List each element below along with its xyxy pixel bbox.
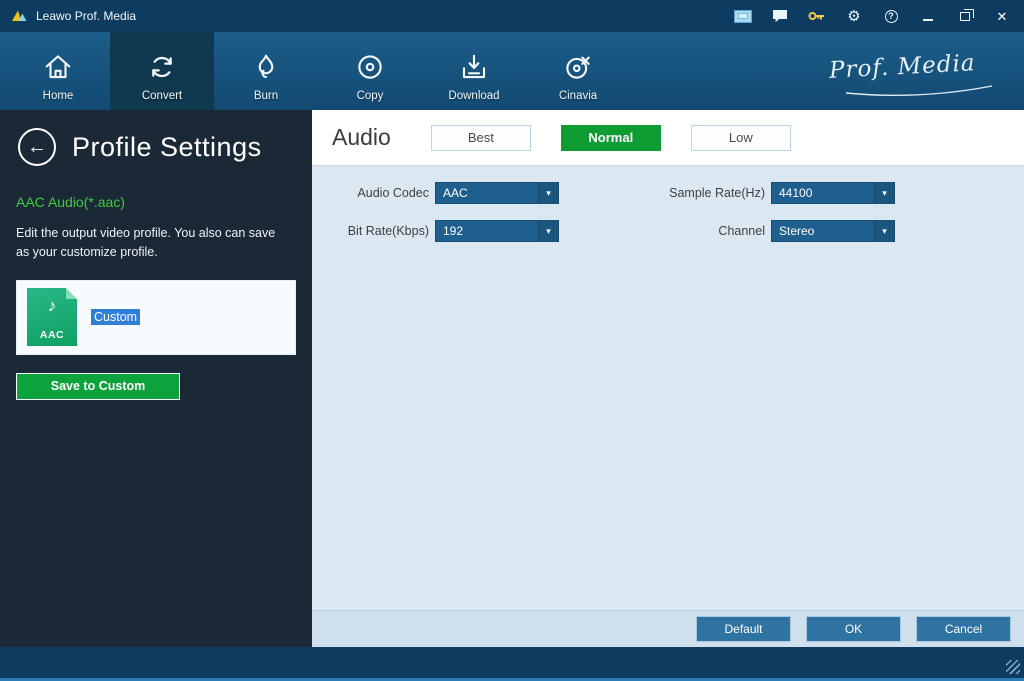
titlebar-actions: ⚙ ? ✕	[733, 7, 1012, 25]
chevron-down-icon: ▾	[538, 183, 558, 203]
app-window: Leawo Prof. Media ⚙ ? ✕	[0, 0, 1024, 681]
save-to-custom-button[interactable]: Save to Custom	[16, 373, 180, 400]
bit-rate-label: Bit Rate(Kbps)	[345, 224, 429, 238]
disc-icon	[355, 47, 385, 87]
bit-rate-value: 192	[443, 224, 463, 238]
channel-select[interactable]: Stereo ▾	[771, 220, 895, 242]
panel-header: Audio Best Normal Low	[312, 110, 1024, 166]
chevron-down-icon: ▾	[874, 221, 894, 241]
music-note-icon: ♪	[27, 296, 77, 316]
ok-button[interactable]: OK	[806, 616, 901, 642]
close-icon: ✕	[997, 10, 1008, 23]
tab-download[interactable]: Download	[422, 32, 526, 110]
profile-description: Edit the output video profile. You also …	[16, 224, 284, 262]
flame-icon	[251, 47, 281, 87]
profile-name: AAC Audio(*.aac)	[16, 194, 312, 210]
selected-text: Custom	[91, 309, 140, 325]
audio-codec-value: AAC	[443, 186, 468, 200]
back-arrow-icon: ←	[27, 136, 47, 159]
aac-icon-label: AAC	[27, 329, 77, 341]
section-title: Audio	[332, 124, 391, 151]
cancel-button[interactable]: Cancel	[916, 616, 1011, 642]
home-icon	[42, 47, 74, 87]
audio-codec-label: Audio Codec	[345, 186, 429, 200]
page-title: Profile Settings	[72, 132, 262, 163]
quality-buttons: Best Normal Low	[431, 125, 791, 151]
status-bar	[0, 647, 1024, 678]
audio-settings-form: Audio Codec AAC ▾ Sample Rate(Hz) 44100 …	[312, 166, 1024, 258]
convert-icon	[145, 47, 179, 87]
chevron-down-icon: ▾	[538, 221, 558, 241]
form-row: Audio Codec AAC ▾ Sample Rate(Hz) 44100 …	[345, 182, 1024, 204]
download-icon	[459, 47, 489, 87]
chat-icon[interactable]	[770, 7, 790, 25]
tab-burn[interactable]: Burn	[214, 32, 318, 110]
sidebar: ← Profile Settings AAC Audio(*.aac) Edit…	[0, 110, 312, 647]
main-nav: Home Convert Burn Copy	[0, 32, 1024, 110]
help-icon[interactable]: ?	[881, 7, 901, 25]
resize-grip[interactable]	[1006, 660, 1020, 674]
tab-copy[interactable]: Copy	[318, 32, 422, 110]
channel-label: Channel	[669, 224, 765, 238]
window-title: Leawo Prof. Media	[36, 9, 136, 23]
minimize-icon	[923, 19, 933, 21]
close-button[interactable]: ✕	[992, 7, 1012, 25]
tab-convert[interactable]: Convert	[110, 32, 214, 110]
form-row: Bit Rate(Kbps) 192 ▾ Channel Stereo ▾	[345, 220, 1024, 242]
aac-file-icon: ♪ AAC	[27, 288, 77, 346]
chevron-down-icon: ▾	[874, 183, 894, 203]
default-button[interactable]: Default	[696, 616, 791, 642]
quality-low-button[interactable]: Low	[691, 125, 791, 151]
sample-rate-value: 44100	[779, 186, 812, 200]
titlebar: Leawo Prof. Media ⚙ ? ✕	[0, 0, 1024, 32]
sidebar-header: ← Profile Settings	[0, 110, 312, 166]
quality-best-button[interactable]: Best	[431, 125, 531, 151]
bit-rate-select[interactable]: 192 ▾	[435, 220, 559, 242]
back-button[interactable]: ←	[18, 128, 56, 166]
settings-panel: Audio Best Normal Low Audio Codec AAC ▾ …	[312, 110, 1024, 647]
tab-home[interactable]: Home	[6, 32, 110, 110]
key-icon[interactable]	[807, 7, 827, 25]
maximize-icon	[960, 12, 970, 21]
screenshot-icon[interactable]	[733, 7, 753, 25]
maximize-button[interactable]	[955, 7, 975, 25]
app-logo-icon	[10, 8, 28, 24]
minimize-button[interactable]	[918, 7, 938, 25]
custom-profile-item[interactable]: ♪ AAC Custom	[16, 280, 296, 355]
sample-rate-select[interactable]: 44100 ▾	[771, 182, 895, 204]
brand-swash	[844, 84, 994, 103]
brand-logo: Prof. Media	[829, 50, 977, 84]
gear-icon[interactable]: ⚙	[844, 7, 864, 25]
cinavia-icon	[563, 47, 593, 87]
custom-profile-name: Custom	[91, 310, 140, 324]
channel-value: Stereo	[779, 224, 814, 238]
audio-codec-select[interactable]: AAC ▾	[435, 182, 559, 204]
tab-cinavia[interactable]: Cinavia	[526, 32, 630, 110]
content: ← Profile Settings AAC Audio(*.aac) Edit…	[0, 110, 1024, 647]
quality-normal-button[interactable]: Normal	[561, 125, 661, 151]
sample-rate-label: Sample Rate(Hz)	[669, 186, 765, 200]
panel-footer: Default OK Cancel	[312, 610, 1024, 647]
